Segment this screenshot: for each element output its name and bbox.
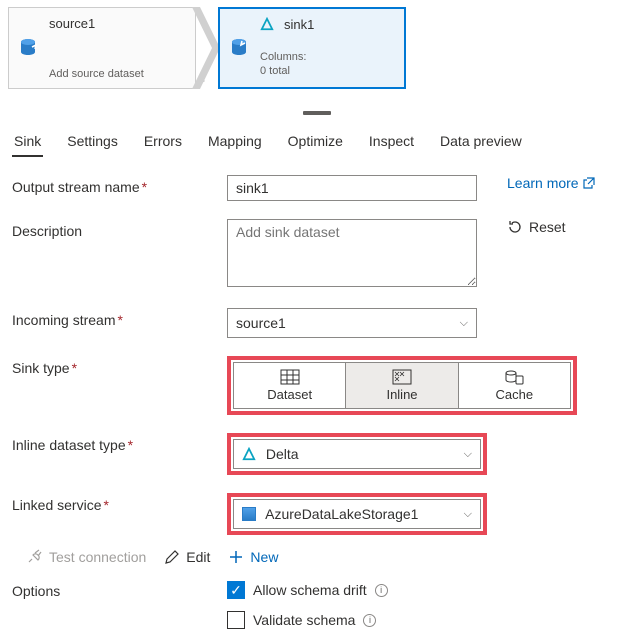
- external-link-icon: [583, 177, 595, 189]
- info-icon[interactable]: i: [363, 614, 376, 627]
- sink-form: Output stream name* Learn more Descripti…: [0, 157, 633, 637]
- tab-data-preview[interactable]: Data preview: [438, 127, 524, 157]
- source-node-subtitle: Add source dataset: [49, 68, 189, 80]
- linked-service-select[interactable]: AzureDataLakeStorage1 ⌵: [233, 499, 481, 529]
- linked-service-label: Linked service*: [12, 493, 227, 513]
- storage-icon: [242, 507, 256, 521]
- source-node-icon-col: [9, 8, 47, 88]
- grid-icon: [280, 369, 300, 385]
- sink-columns-label: Columns:: [260, 50, 398, 64]
- tab-mapping[interactable]: Mapping: [206, 127, 264, 157]
- checkbox-unchecked-icon: [227, 611, 245, 629]
- tab-inspect[interactable]: Inspect: [367, 127, 416, 157]
- inline-dataset-highlight: Delta ⌵: [227, 433, 487, 475]
- inline-dataset-type-label: Inline dataset type*: [12, 433, 227, 453]
- checkbox-checked-icon: ✓: [227, 581, 245, 599]
- test-connection-button[interactable]: Test connection: [27, 549, 146, 565]
- sink-node-title: sink1: [284, 17, 314, 32]
- database-icon: [16, 36, 40, 60]
- tab-errors[interactable]: Errors: [142, 127, 184, 157]
- inline-icon: [392, 369, 412, 385]
- source-node-title: source1: [49, 16, 189, 31]
- learn-more-link[interactable]: Learn more: [507, 175, 595, 191]
- plus-icon: [228, 549, 244, 565]
- info-icon[interactable]: i: [375, 584, 388, 597]
- sink-type-inline[interactable]: Inline: [346, 362, 458, 409]
- source-node[interactable]: source1 Add source dataset +: [8, 7, 196, 89]
- panel-resize-handle[interactable]: [0, 109, 633, 117]
- tab-bar: Sink Settings Errors Mapping Optimize In…: [0, 117, 633, 157]
- linked-service-highlight: AzureDataLakeStorage1 ⌵: [227, 493, 487, 535]
- sink-node-icon-col: [220, 9, 258, 87]
- allow-schema-drift-checkbox[interactable]: ✓ Allow schema drift i: [227, 581, 388, 599]
- output-stream-input[interactable]: [227, 175, 477, 201]
- tab-optimize[interactable]: Optimize: [286, 127, 345, 157]
- reset-icon: [507, 219, 523, 235]
- edit-button[interactable]: Edit: [164, 549, 210, 565]
- incoming-stream-label: Incoming stream*: [12, 308, 227, 328]
- output-stream-label: Output stream name*: [12, 175, 227, 195]
- new-button[interactable]: New: [228, 549, 278, 565]
- chevron-down-icon: ⌵: [460, 317, 468, 330]
- cache-icon: [504, 369, 524, 385]
- sink-type-group-highlight: Dataset Inline Cache: [227, 356, 577, 415]
- plug-icon: [27, 549, 43, 565]
- delta-icon: [260, 17, 274, 31]
- sink-node[interactable]: sink1 Columns: 0 total: [218, 7, 406, 89]
- flow-canvas: source1 Add source dataset + sink1: [0, 0, 633, 95]
- chevron-down-icon: ⌵: [464, 448, 472, 461]
- sink-type-dataset[interactable]: Dataset: [233, 362, 346, 409]
- tab-settings[interactable]: Settings: [65, 127, 120, 157]
- chevron-down-icon: ⌵: [464, 508, 472, 521]
- pencil-icon: [164, 549, 180, 565]
- tab-sink[interactable]: Sink: [12, 127, 43, 157]
- sink-type-cache[interactable]: Cache: [459, 362, 571, 409]
- sink-columns-value: 0 total: [260, 64, 398, 78]
- validate-schema-checkbox[interactable]: Validate schema i: [227, 611, 388, 629]
- delta-icon: [242, 447, 256, 461]
- options-label: Options: [12, 581, 227, 599]
- description-label: Description: [12, 219, 227, 239]
- sink-type-label: Sink type*: [12, 356, 227, 376]
- incoming-stream-select[interactable]: source1 ⌵: [227, 308, 477, 338]
- inline-dataset-type-select[interactable]: Delta ⌵: [233, 439, 481, 469]
- database-sink-icon: [227, 36, 251, 60]
- description-input[interactable]: [227, 219, 477, 287]
- reset-button[interactable]: Reset: [507, 219, 566, 235]
